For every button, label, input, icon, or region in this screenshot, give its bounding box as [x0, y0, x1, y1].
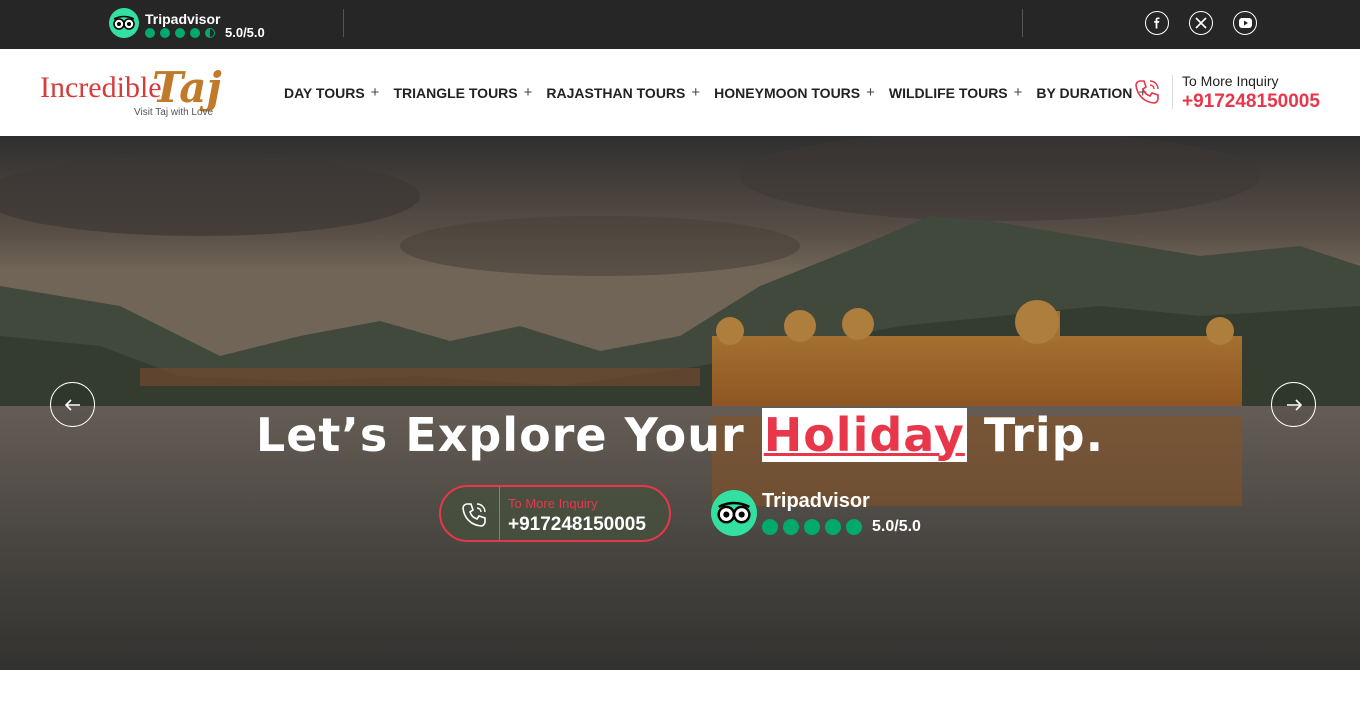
tripadvisor-name: Tripadvisor	[762, 490, 870, 512]
rating-value: 5.0/5.0	[872, 518, 921, 535]
nav-label: HONEYMOON TOURS	[714, 84, 861, 101]
rating-dot	[846, 519, 862, 535]
hero-tripadvisor-badge[interactable]: Tripadvisor 5.0/5.0	[711, 490, 941, 540]
tripadvisor-owl-icon	[711, 490, 757, 536]
header-inquiry[interactable]: To More Inquiry +917248150005	[1132, 73, 1332, 113]
rating-dot	[145, 28, 155, 38]
nav-label: RAJASTHAN TOURS	[546, 84, 686, 101]
nav-item-honeymoon-tours[interactable]: HONEYMOON TOURS +	[714, 84, 875, 101]
rating-dot	[762, 519, 778, 535]
rating-dot	[175, 28, 185, 38]
rating-dot	[190, 28, 200, 38]
youtube-icon[interactable]	[1233, 11, 1257, 35]
tripadvisor-owl-icon	[109, 8, 139, 38]
logo-brand: Incredible	[40, 71, 162, 104]
phone-icon	[459, 500, 489, 530]
x-icon[interactable]	[1189, 11, 1213, 35]
nav-item-rajasthan-tours[interactable]: RAJASTHAN TOURS +	[546, 84, 700, 101]
logo-brand-accent: Taj	[152, 63, 222, 112]
hero-inquiry-label: To More Inquiry	[508, 496, 598, 511]
nav-item-by-duration[interactable]: BY DURATION +	[1036, 84, 1147, 101]
plus-icon: +	[866, 84, 875, 101]
nav-label: TRIANGLE TOURS	[393, 84, 518, 101]
site-logo[interactable]: Incredible Taj Visit Taj with Love	[40, 63, 245, 123]
rating-dot	[205, 28, 215, 38]
main-nav: DAY TOURS + TRIANGLE TOURS + RAJASTHAN TOU…	[284, 84, 1161, 101]
hero-background-image	[0, 136, 1360, 670]
hero-title-start: Let’s Explore Your	[255, 408, 762, 462]
rating-dot	[160, 28, 170, 38]
top-bar: Tripadvisor 5.0/5.0	[0, 0, 1360, 49]
nav-label: DAY TOURS	[284, 84, 365, 101]
tripadvisor-name: Tripadvisor	[145, 11, 221, 27]
nav-item-wildlife-tours[interactable]: WILDLIFE TOURS +	[889, 84, 1023, 101]
divider	[499, 487, 500, 540]
main-header: Incredible Taj Visit Taj with Love DAY T…	[0, 49, 1360, 136]
hero-inquiry-button[interactable]: To More Inquiry +917248150005	[439, 485, 671, 542]
nav-item-triangle-tours[interactable]: TRIANGLE TOURS +	[393, 84, 532, 101]
tripadvisor-badge[interactable]: Tripadvisor 5.0/5.0	[109, 8, 309, 42]
hero-slider: Let’s Explore Your Holiday Trip. To More…	[0, 136, 1360, 670]
inquiry-label: To More Inquiry	[1182, 73, 1279, 89]
hero-inquiry-phone: +917248150005	[508, 514, 646, 535]
rating-dot	[804, 519, 820, 535]
hero-title-highlight: Holiday	[761, 408, 967, 462]
nav-item-day-tours[interactable]: DAY TOURS +	[284, 84, 379, 101]
plus-icon: +	[1013, 84, 1023, 101]
logo-tagline: Visit Taj with Love	[134, 107, 214, 118]
nav-label: BY DURATION	[1036, 84, 1133, 101]
facebook-icon[interactable]	[1145, 11, 1169, 35]
phone-icon	[1132, 77, 1162, 107]
divider	[1172, 75, 1173, 109]
plus-icon: +	[523, 84, 533, 101]
rating-dot	[783, 519, 799, 535]
rating-value: 5.0/5.0	[225, 25, 265, 40]
hero-title-end: Trip.	[966, 408, 1105, 462]
plus-icon: +	[370, 84, 380, 101]
rating-dot	[825, 519, 841, 535]
inquiry-phone-link[interactable]: +917248150005	[1182, 91, 1320, 113]
hero-title: Let’s Explore Your Holiday Trip.	[0, 408, 1360, 462]
nav-label: WILDLIFE TOURS	[888, 84, 1008, 101]
divider	[343, 9, 344, 37]
rating-dots	[762, 519, 862, 535]
divider	[1022, 9, 1023, 37]
plus-icon: +	[691, 84, 701, 101]
rating-dots	[145, 28, 215, 38]
